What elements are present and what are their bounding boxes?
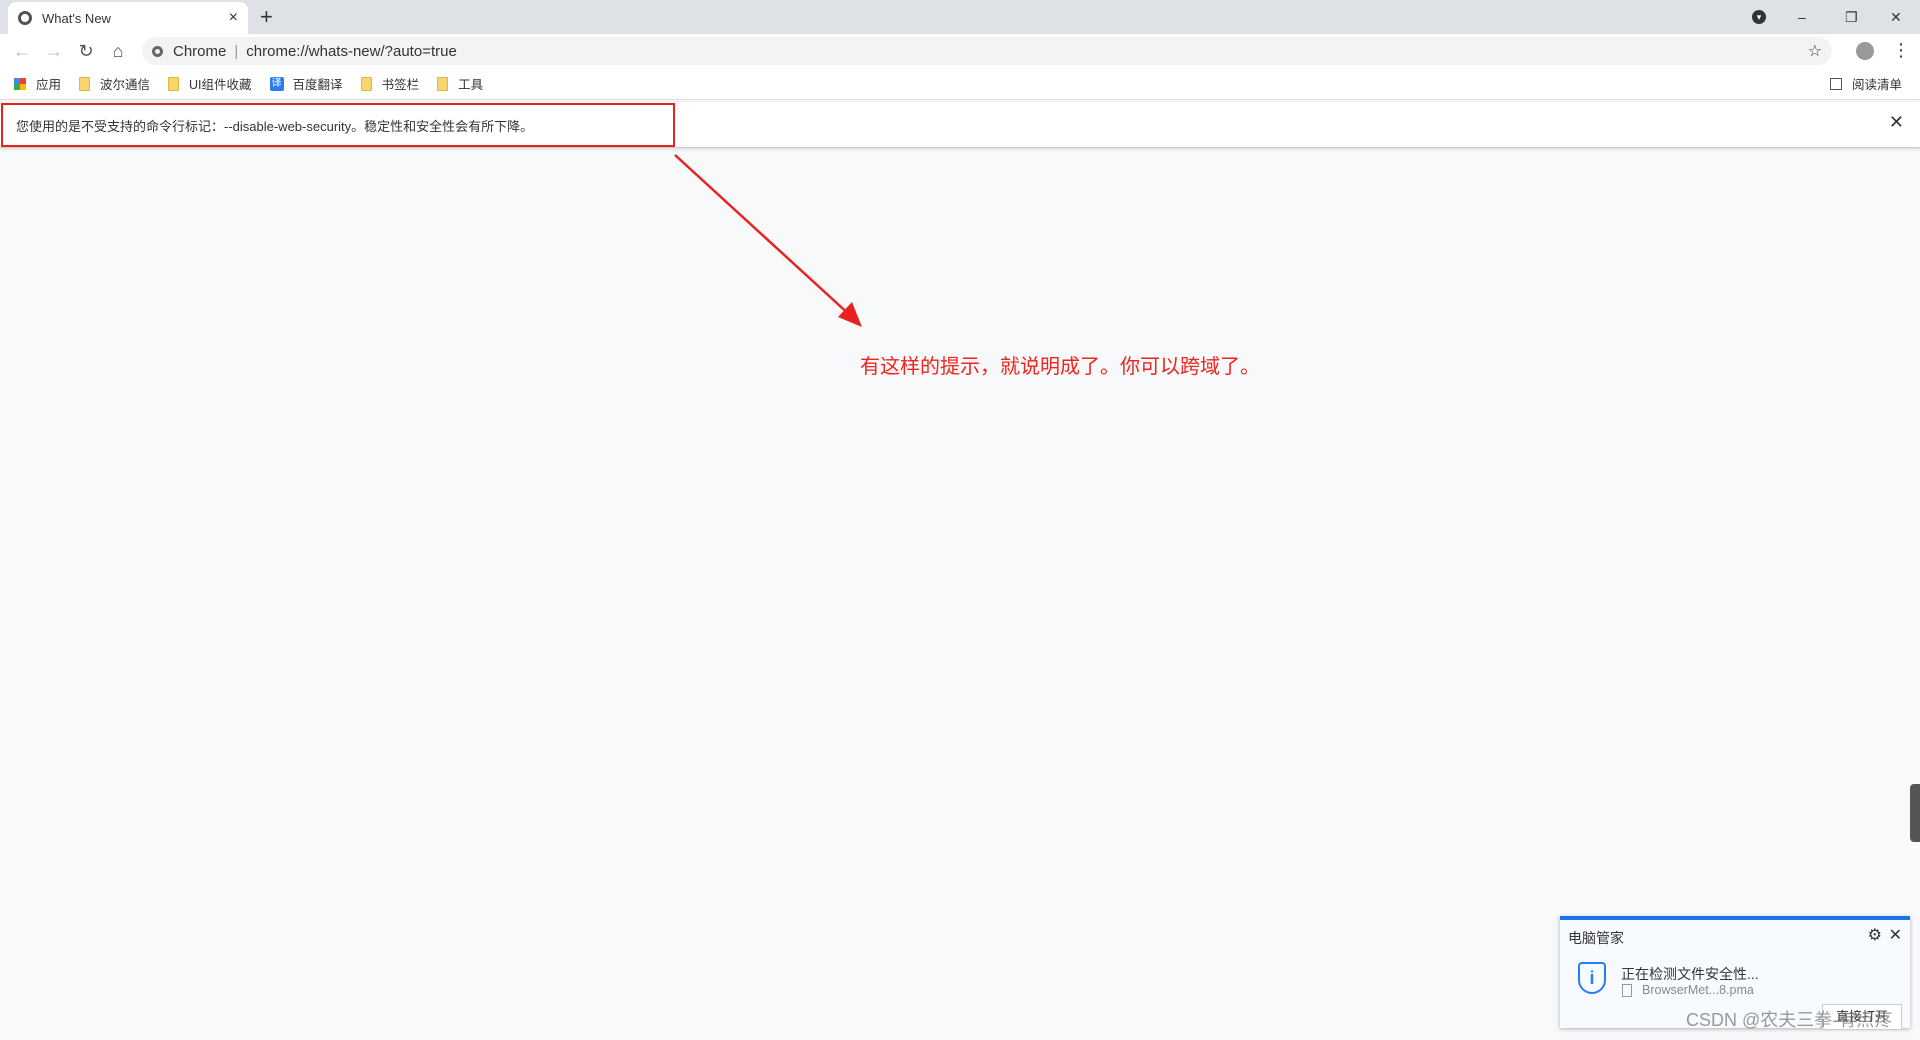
popup-status: 正在检测文件安全性...	[1621, 966, 1759, 982]
close-icon[interactable]: ✕	[1889, 925, 1902, 945]
annotation-arrow	[674, 154, 862, 327]
popup-filename: BrowserMet...8.pma	[1642, 983, 1754, 997]
side-widget[interactable]	[1910, 784, 1920, 842]
gear-icon[interactable]: ⚙	[1868, 925, 1882, 945]
popup-title: 电脑管家	[1568, 930, 1624, 946]
annotation-text: 有这样的提示，就说明成了。你可以跨域了。	[860, 356, 1260, 378]
shield-info-icon: i	[1578, 962, 1606, 994]
file-icon	[1622, 984, 1632, 997]
watermark: CSDN @农夫三拳-有点疼	[1686, 1010, 1893, 1030]
